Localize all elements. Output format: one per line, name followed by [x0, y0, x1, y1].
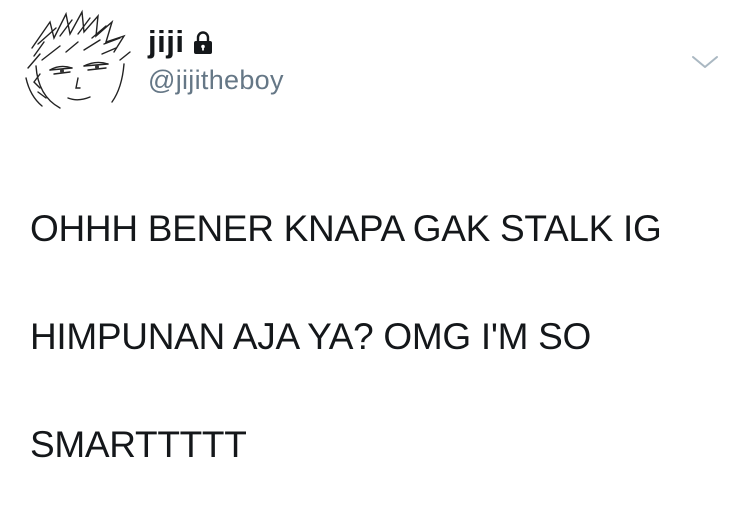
- avatar[interactable]: [20, 8, 138, 118]
- lock-icon: [193, 31, 213, 55]
- tweet-text-line: SMARTTTTT: [30, 424, 247, 465]
- tweet-header: jiji @jijitheboy: [148, 24, 284, 96]
- chevron-down-icon[interactable]: [690, 52, 720, 72]
- tweet: jiji @jijitheboy OHHH BENER KNAPA GAK ST…: [0, 0, 750, 465]
- tweet-text-line: HIMPUNAN AJA YA? OMG I'M SO: [30, 316, 591, 357]
- name-row: jiji: [148, 24, 284, 60]
- sketch-avatar-icon: [25, 9, 131, 109]
- display-name[interactable]: jiji: [148, 24, 184, 60]
- tweet-text: OHHH BENER KNAPA GAK STALK IG HIMPUNAN A…: [30, 148, 730, 526]
- user-handle[interactable]: @jijitheboy: [148, 64, 284, 96]
- tweet-text-line: OHHH BENER KNAPA GAK STALK IG: [30, 208, 662, 249]
